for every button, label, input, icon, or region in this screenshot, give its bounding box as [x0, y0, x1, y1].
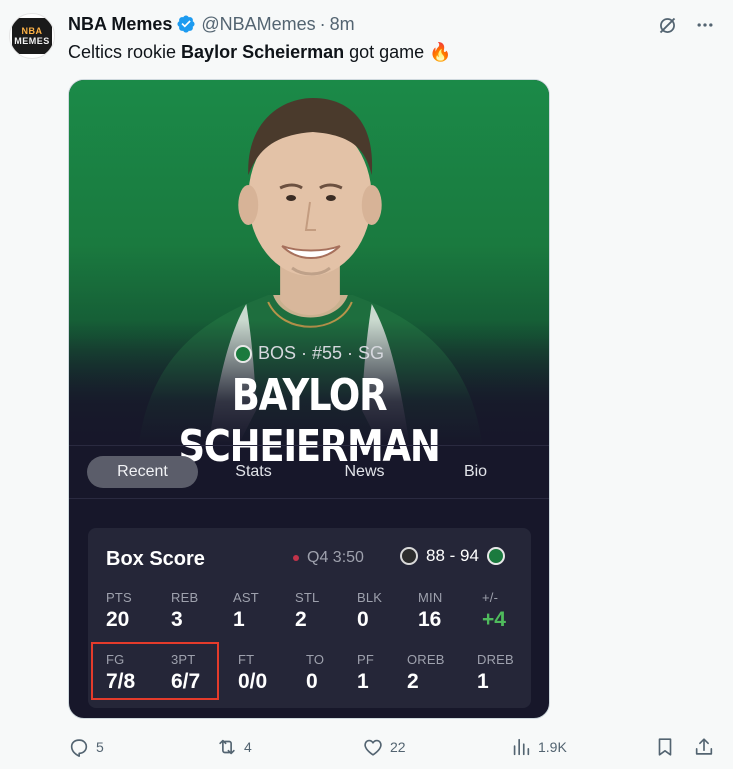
team-info: BOS · #55 · SG	[257, 343, 385, 363]
author-handle[interactable]: @NBAMemes	[201, 14, 315, 35]
divider-top	[69, 445, 549, 446]
stat-value: 0/0	[238, 670, 268, 693]
repost-icon	[219, 739, 235, 755]
heart-icon	[364, 739, 382, 756]
stat-label: OREB	[407, 652, 445, 667]
post-text: Celtics rookie Baylor Scheierman got gam…	[68, 40, 452, 64]
stat-label: +/-	[482, 590, 499, 605]
stat-label: STL	[295, 590, 320, 605]
stat-value: 20	[106, 608, 130, 631]
author-name[interactable]: NBA Memes	[68, 14, 172, 35]
highlight-box	[91, 642, 219, 700]
grok-icon[interactable]	[656, 14, 678, 36]
stat-value: 2	[407, 670, 419, 693]
post-time[interactable]: 8m	[330, 14, 355, 35]
game-clock: Q4 3:50	[293, 549, 364, 567]
stat-dreb: DREB 1	[477, 652, 537, 694]
stat-ft: FT 0/0	[238, 652, 298, 694]
divider-bottom	[69, 498, 549, 499]
stat-reb: REB 3	[171, 590, 231, 632]
score-text: 88 - 94	[426, 546, 479, 565]
bookmark-icon	[658, 738, 672, 756]
reply-count: 5	[96, 739, 104, 755]
author-avatar[interactable]: NBA MEMES	[9, 13, 55, 59]
repost-count: 4	[244, 739, 252, 755]
card-tabs: Recent Stats News Bio	[87, 456, 531, 488]
like-button[interactable]: 22	[362, 733, 406, 761]
reply-button[interactable]: 5	[68, 733, 104, 761]
clock-text: Q4 3:50	[307, 549, 364, 566]
view-count: 1.9K	[538, 739, 567, 755]
post-header: NBA Memes @NBAMemes · 8m	[68, 12, 355, 36]
box-score-title: Box Score	[106, 548, 205, 570]
stat-label: PTS	[106, 590, 132, 605]
celtics-logo-small-icon	[486, 547, 505, 565]
repost-button[interactable]: 4	[216, 733, 252, 761]
stat-min: MIN 16	[418, 590, 478, 632]
tab-stats[interactable]: Stats	[198, 456, 309, 488]
game-score: 88 - 94	[400, 546, 505, 566]
analytics-icon	[513, 738, 530, 756]
stat-value: 1	[477, 670, 489, 693]
stat-plus-minus: +/- +4	[482, 590, 542, 632]
share-button[interactable]	[693, 733, 715, 761]
stat-value: 16	[418, 608, 442, 631]
stat-pts: PTS 20	[106, 590, 166, 632]
post-text-start: Celtics rookie	[68, 42, 182, 62]
stat-label: FT	[238, 652, 255, 667]
reply-icon	[70, 739, 88, 757]
fire-emoji-icon: 🔥	[429, 42, 452, 62]
stat-label: MIN	[418, 590, 443, 605]
tab-recent[interactable]: Recent	[87, 456, 198, 488]
post-text-player: Baylor Scheierman	[181, 42, 345, 62]
stat-oreb: OREB 2	[407, 652, 467, 694]
post-top-icons	[656, 14, 716, 36]
bookmark-button[interactable]	[654, 733, 676, 761]
stat-label: REB	[171, 590, 199, 605]
stat-value: 1	[233, 608, 245, 631]
post-media-card[interactable]: BOS · #55 · SG BAYLOR SCHEIERMAN Recent …	[68, 79, 550, 719]
more-icon[interactable]	[694, 14, 716, 36]
tab-bio[interactable]: Bio	[420, 456, 531, 488]
stat-blk: BLK 0	[357, 590, 417, 632]
stat-value: 0	[357, 608, 369, 631]
live-dot-icon	[293, 555, 299, 561]
stat-label: AST	[233, 590, 259, 605]
tab-news[interactable]: News	[309, 456, 420, 488]
nba-memes-logo: NBA MEMES	[12, 18, 52, 54]
celtics-logo-icon	[233, 344, 252, 363]
post-actions: 5 4 22 1.9K	[0, 733, 733, 761]
views-button[interactable]: 1.9K	[510, 733, 567, 761]
avatar-logo-top: NBA	[21, 26, 43, 36]
stat-stl: STL 2	[295, 590, 355, 632]
like-count: 22	[390, 739, 406, 755]
stat-ast: AST 1	[233, 590, 293, 632]
stat-label: BLK	[357, 590, 383, 605]
separator-dot: ·	[319, 13, 326, 34]
post-text-end: got game	[344, 42, 430, 62]
stat-label: DREB	[477, 652, 514, 667]
team-line: BOS · #55 · SG	[69, 343, 549, 364]
stat-value: 3	[171, 608, 183, 631]
verified-badge-icon	[176, 14, 196, 34]
stat-value: 2	[295, 608, 307, 631]
avatar-logo-bottom: MEMES	[14, 36, 50, 46]
stat-value: +4	[482, 608, 506, 631]
nets-logo-icon	[400, 547, 418, 565]
share-icon	[695, 738, 713, 755]
